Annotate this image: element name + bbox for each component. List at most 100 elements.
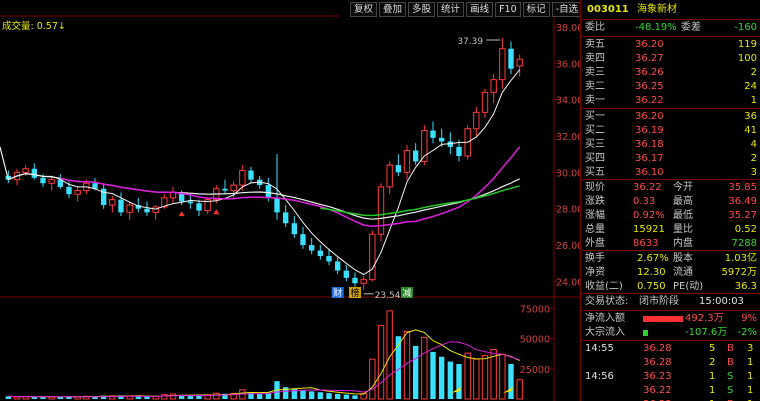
weidiff-value: -160 <box>734 22 757 33</box>
candle-body-up <box>377 186 385 235</box>
volume-bar-down <box>144 396 150 399</box>
candle-body-up <box>516 58 523 67</box>
bid-row: 买一 36.20 36 <box>581 110 760 124</box>
stat-label: 现价 <box>585 182 605 193</box>
volume-bar-up <box>516 379 523 400</box>
stat-value: 7288 <box>731 238 757 249</box>
volume-bar-down <box>412 345 419 399</box>
toolbar-button-f10[interactable]: F10 <box>495 2 521 17</box>
ask-row: 卖五 36.20 119 <box>581 38 760 52</box>
toolbar-button-restore-rights[interactable]: 复权 <box>350 2 378 17</box>
toolbar-button-multi-stock[interactable]: 多股 <box>408 2 436 17</box>
price-tick-label: 28.00 <box>556 205 580 216</box>
flow-value: -107.6万 <box>685 327 728 338</box>
stat-row: 涨跌 0.33 最高 36.49 <box>581 195 760 209</box>
volume-bar-down <box>31 397 38 399</box>
fundamental-label: 换手 <box>585 253 605 264</box>
toolbar-button-overlay[interactable]: 叠加 <box>379 2 407 17</box>
flow-bar <box>643 330 648 336</box>
stat-value: 35.85 <box>728 182 757 193</box>
ask-row: 卖一 36.22 1 <box>581 94 760 108</box>
stock-name: 海象新材 <box>637 4 677 15</box>
stat-label: 量比 <box>673 224 693 235</box>
ask-price: 36.27 <box>635 53 664 64</box>
tick-volume: 2 <box>709 357 716 368</box>
fundamental-value: 1.03亿 <box>724 253 757 264</box>
bid-price: 36.17 <box>635 153 664 164</box>
fundamental-value: 5972万 <box>721 267 757 278</box>
candle-body-up <box>109 199 116 206</box>
fundamental-label: 收益(二) <box>585 281 623 292</box>
volume-bar-down <box>92 397 98 399</box>
ask-volume: 24 <box>744 81 757 92</box>
chart-area[interactable]: 38.00 36.00 34.00 32.00 30.00 28.00 26.00 24.00… <box>0 0 580 401</box>
ask-row: 卖二 36.25 24 <box>581 80 760 94</box>
stat-value: 35.27 <box>728 210 757 221</box>
bid-row: 买四 36.17 2 <box>581 152 760 166</box>
candle-body-up <box>386 164 393 188</box>
toolbar-button-draw-line[interactable]: 画线 <box>466 2 494 17</box>
chart-toolbar: 复权 叠加 多股 统计 画线 F10 标记 -自选 返回 <box>350 2 612 17</box>
volume-bar-up <box>169 393 177 400</box>
bid-row: 买五 36.10 3 <box>581 166 760 180</box>
fundamental-label: 净资 <box>585 267 605 278</box>
volume-tick-label: 50000 <box>520 335 550 346</box>
fundamental-label: 股本 <box>673 253 693 264</box>
tick-price: 36.28 <box>643 343 672 354</box>
tick-row: 14:55 36.28 5 B 3 <box>581 342 760 356</box>
candle-body-down <box>144 208 150 213</box>
stat-row: 总量 15921 量比 0.52 <box>581 223 760 237</box>
candle-body-up <box>126 204 133 213</box>
volume-bar-up <box>473 358 480 400</box>
stat-value: 36.49 <box>728 196 757 207</box>
stat-label: 今开 <box>673 182 693 193</box>
price-tick-label: 26.00 <box>556 241 580 252</box>
ask-level-label: 卖五 <box>585 39 605 50</box>
stat-label: 涨幅 <box>585 210 605 221</box>
toolbar-button-mark[interactable]: 标记 <box>522 2 550 17</box>
candle-body-down <box>326 256 332 262</box>
tick-row: 36.28 2 B 1 <box>581 356 760 370</box>
candle-body-down <box>274 197 280 213</box>
bid-volume: 41 <box>744 125 757 136</box>
stat-row: 外盘 8633 内盘 7288 <box>581 237 760 251</box>
tick-side: S <box>727 385 734 396</box>
volume-bar-down <box>438 356 445 399</box>
candle-body-down <box>438 137 445 142</box>
stat-row: 现价 36.22 今开 35.85 <box>581 181 760 195</box>
volume-bar-up <box>213 392 220 400</box>
weibi-row: 委比 -48.19% 委差 -160 <box>585 22 757 33</box>
tick-row: 36.22 1 S 1 <box>581 384 760 398</box>
candle-body-up <box>74 190 81 195</box>
stat-label: 最低 <box>673 210 693 221</box>
bid-level-label: 买一 <box>585 111 605 122</box>
toolbar-button-statistics[interactable]: 统计 <box>437 2 465 17</box>
candle-body-down <box>187 201 194 204</box>
volume-bar-up <box>421 336 428 400</box>
volume-bar-down <box>196 395 202 399</box>
bid-price: 36.10 <box>635 167 664 178</box>
ask-price: 36.20 <box>635 39 664 50</box>
candle-body-down <box>40 177 46 184</box>
ask-row: 卖四 36.27 100 <box>581 52 760 66</box>
candle-body-up <box>490 79 497 93</box>
candle-body-down <box>118 199 124 213</box>
volume-tick-label: 25000 <box>520 365 550 376</box>
volume-bar-down <box>352 395 358 399</box>
tick-volume: 1 <box>709 385 716 396</box>
candle-body-up <box>360 279 367 284</box>
toolbar-button-remove-watchlist[interactable]: -自选 <box>551 2 583 17</box>
flow-percent: -2% <box>737 327 757 338</box>
flow-value: 492.3万 <box>685 313 724 324</box>
fundamental-value: 0.750 <box>637 281 666 292</box>
flow-label: 大宗流入 <box>585 327 625 338</box>
candle-body-down <box>456 146 462 156</box>
stock-chart-window: 38.00 36.00 34.00 32.00 30.00 28.00 26.00 24.00… <box>0 0 760 401</box>
low-label: 23.54 <box>375 291 401 301</box>
volume-bar-down <box>456 363 462 399</box>
candle-body-down <box>308 245 315 251</box>
bid-level-label: 买三 <box>585 139 605 150</box>
bid-volume: 3 <box>750 167 757 178</box>
tick-count: 1 <box>747 357 754 368</box>
weibi-value: -48.19% <box>635 22 677 33</box>
